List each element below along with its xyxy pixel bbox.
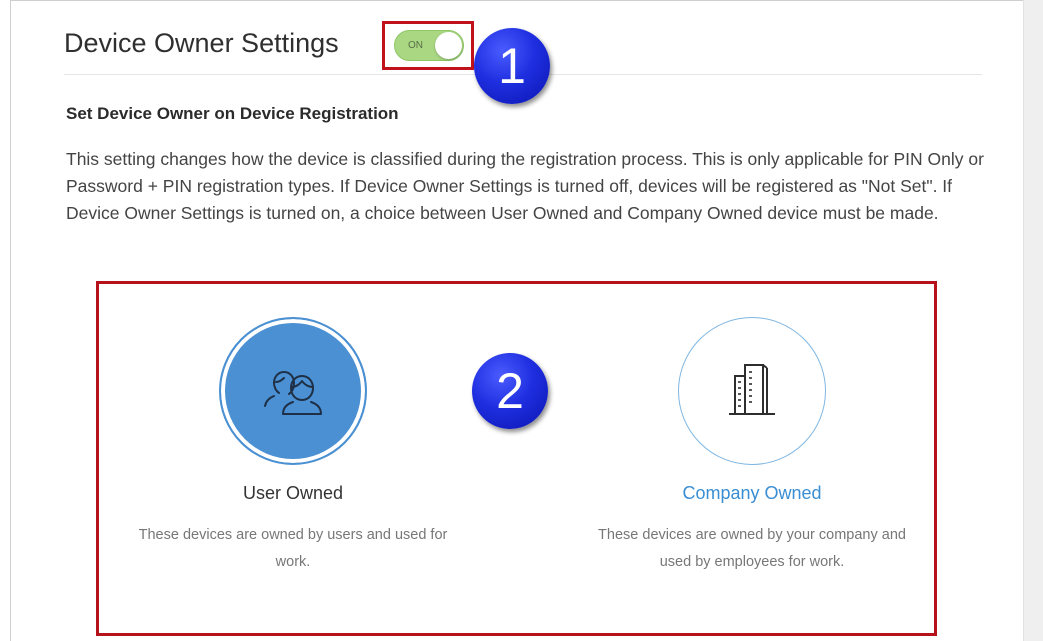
page-title: Device Owner Settings (64, 28, 339, 58)
toggle-knob (435, 32, 462, 59)
user-owned-option[interactable]: User Owned These devices are owned by us… (128, 317, 458, 576)
company-owned-description: These devices are owned by your company … (598, 527, 906, 570)
device-owner-toggle[interactable]: ON (394, 30, 464, 61)
user-owned-title[interactable]: User Owned (128, 483, 458, 504)
user-owned-description: These devices are owned by users and use… (138, 527, 448, 570)
company-owned-circle[interactable] (678, 317, 826, 465)
user-owned-circle[interactable] (219, 317, 367, 465)
company-owned-title[interactable]: Company Owned (587, 483, 917, 504)
step-badge-1: 1 (474, 28, 550, 104)
section-description: This setting changes how the device is c… (66, 149, 984, 223)
company-owned-option[interactable]: Company Owned These devices are owned by… (587, 317, 917, 576)
toggle-label: ON (408, 40, 423, 51)
step-badge-2: 2 (472, 353, 548, 429)
scrollbar[interactable] (1023, 0, 1043, 641)
section-heading: Set Device Owner on Device Registration (66, 104, 399, 123)
